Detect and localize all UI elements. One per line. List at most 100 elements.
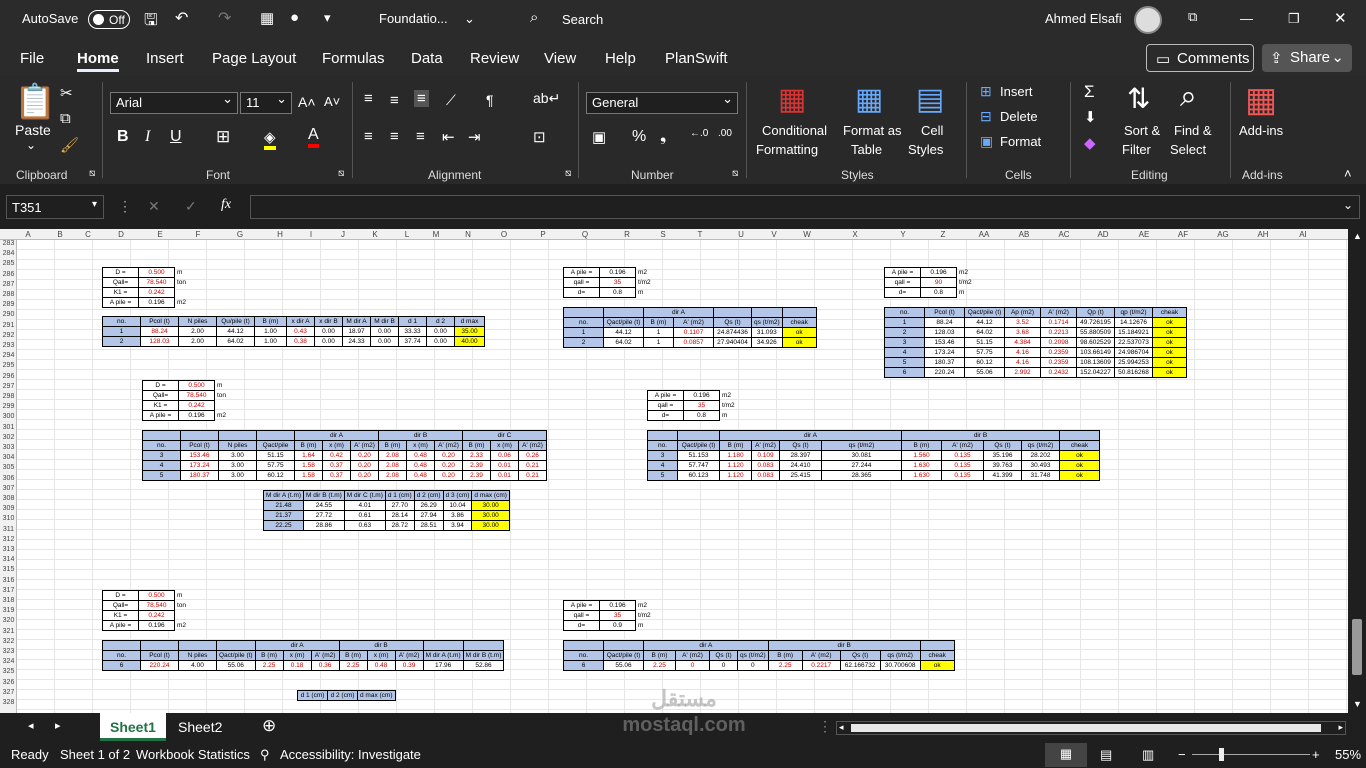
conditional-formatting-label[interactable]: Formatting [756,142,818,157]
cell-styles-icon[interactable]: ▤ [916,82,944,117]
table-cell[interactable]: 64.02 [964,327,1005,338]
table-cell[interactable]: d max (cm) [357,690,396,701]
table-cell[interactable] [175,288,195,298]
table-cell[interactable]: ok [1059,460,1100,471]
table-cell[interactable]: 1.630 [901,470,942,481]
horizontal-scroll-thumb[interactable] [851,724,1321,732]
table-cell[interactable]: 30.493 [1021,460,1060,471]
insert-cells-button[interactable]: Insert [1000,84,1033,99]
table-cell[interactable]: A' (m2) [801,650,841,661]
table-cell[interactable]: A' (m2) [941,440,984,451]
table-cell[interactable]: A' (m2) [434,440,463,451]
table-cell[interactable]: ok [1152,327,1187,338]
comments-button[interactable]: ▭ Comments [1146,44,1254,72]
table-cell[interactable]: 0.21 [518,460,547,471]
table-cell[interactable] [919,640,955,651]
column-header[interactable]: AB [1004,230,1044,239]
table-cell[interactable] [563,640,604,651]
table-cell[interactable]: 0 [709,660,738,671]
table-cell[interactable] [216,640,256,651]
table-cell[interactable]: dir B [767,640,921,651]
table-cell[interactable]: cheak [1152,307,1187,318]
table-cell[interactable]: x (m) [490,440,519,451]
name-box[interactable]: T351 [6,195,104,219]
table-cell[interactable]: 3.52 [1004,317,1041,328]
row-header[interactable]: 298 [0,393,17,403]
find-select-button[interactable]: Find & [1174,123,1212,138]
table-cell[interactable]: 4.00 [178,660,217,671]
row-header[interactable]: 304 [0,454,17,464]
vertical-scroll-thumb[interactable] [1352,619,1362,675]
table-cell[interactable]: 0.196 [599,600,636,611]
table-cell[interactable]: qall = [563,610,600,621]
sort-filter-button[interactable]: Sort & [1124,123,1160,138]
row-header[interactable]: 314 [0,556,17,566]
table-cell[interactable]: 2.08 [378,450,407,461]
row-header[interactable]: 305 [0,464,17,474]
table-cell[interactable]: 4.16 [1004,347,1041,358]
page-layout-view-icon[interactable]: ▤ [1100,747,1112,763]
align-center-icon[interactable]: ≡ [390,128,399,145]
italic-icon[interactable]: I [145,128,150,146]
row-header[interactable]: 284 [0,250,17,260]
table-cell[interactable]: t/m2 [720,401,740,411]
table-cell[interactable]: Qact/pile (t) [216,650,256,661]
table-cell[interactable]: x (m) [406,440,435,451]
table-cell[interactable]: 27.70 [384,500,415,511]
table-cell[interactable]: d 2 (cm) [413,490,444,501]
column-header[interactable]: X [835,230,875,239]
tab-data[interactable]: Data [411,50,443,67]
table-cell[interactable]: 3.00 [218,450,257,461]
column-header[interactable]: W [787,230,827,239]
format-as-table-icon[interactable]: ▦ [855,82,883,117]
table-cell[interactable]: 26.29 [413,500,444,511]
table-cell[interactable]: 25.994253 [1114,357,1153,368]
cell-area[interactable]: D = 0.500 m Qall= 78.540 ton K1 = 0.242 A pile =… [17,240,1348,713]
dialog-launcher-icon[interactable]: ⧅ [89,168,95,179]
row-header[interactable]: 320 [0,617,17,627]
table-cell[interactable]: 5 [647,470,678,481]
table-cell[interactable] [175,611,195,621]
table-cell[interactable]: Pcol (t) [924,307,965,318]
save-icon[interactable]: 🖫 [144,9,158,36]
table-cell[interactable]: 88.24 [140,326,179,337]
table-cell[interactable]: 44.12 [964,317,1005,328]
table-cell[interactable]: N piles [178,650,217,661]
table-cell[interactable]: d 2 (cm) [327,690,358,701]
table-cell[interactable]: no. [102,316,141,327]
record-icon[interactable]: ● [290,9,299,26]
table-cell[interactable]: 28.51 [413,520,444,531]
table-cell[interactable]: K1 = [102,287,139,298]
table-cell[interactable]: m [720,411,740,421]
table-cell[interactable]: 0.2217 [801,660,841,671]
table-cell[interactable]: 88.24 [924,317,965,328]
table-cell[interactable]: 0.083 [751,460,780,471]
table-cell[interactable]: dir A [643,640,769,651]
table-cell[interactable] [603,640,644,651]
table-cell[interactable]: d 1 [398,316,427,327]
column-header[interactable]: N [448,230,488,239]
table-cell[interactable]: 0.01 [490,470,519,481]
table-cell[interactable]: qall = [647,400,684,411]
table-cell[interactable]: ok [919,660,955,671]
table-cell[interactable]: A pile = [102,620,139,631]
table-cell[interactable]: 0.500 [178,380,215,391]
font-name-select[interactable]: Arial [110,91,238,114]
table-cell[interactable]: 0.39 [394,660,424,671]
table-cell[interactable]: 17.96 [422,660,464,671]
table-cell[interactable]: 1 [102,326,141,337]
table-cell[interactable]: d= [884,287,921,298]
fill-icon[interactable]: ⬇ [1084,108,1097,126]
table-cell[interactable]: M dir A (t.m) [262,490,305,501]
table-cell[interactable]: 2.08 [378,470,407,481]
table-cell[interactable]: 128.03 [140,336,179,347]
table-cell[interactable]: qs (t/m2) [737,650,769,661]
table-cell[interactable]: B (m) [338,650,368,661]
table-cell[interactable]: 2.25 [767,660,803,671]
table-cell[interactable]: 0.083 [751,470,780,481]
table-cell[interactable]: 108.13609 [1076,357,1115,368]
row-header[interactable]: 295 [0,362,17,372]
share-button[interactable]: ⇪ Share ⌄ [1262,44,1352,72]
table-cell[interactable]: 220.24 [924,367,965,378]
add-ins-button[interactable]: Add-ins [1239,123,1283,138]
